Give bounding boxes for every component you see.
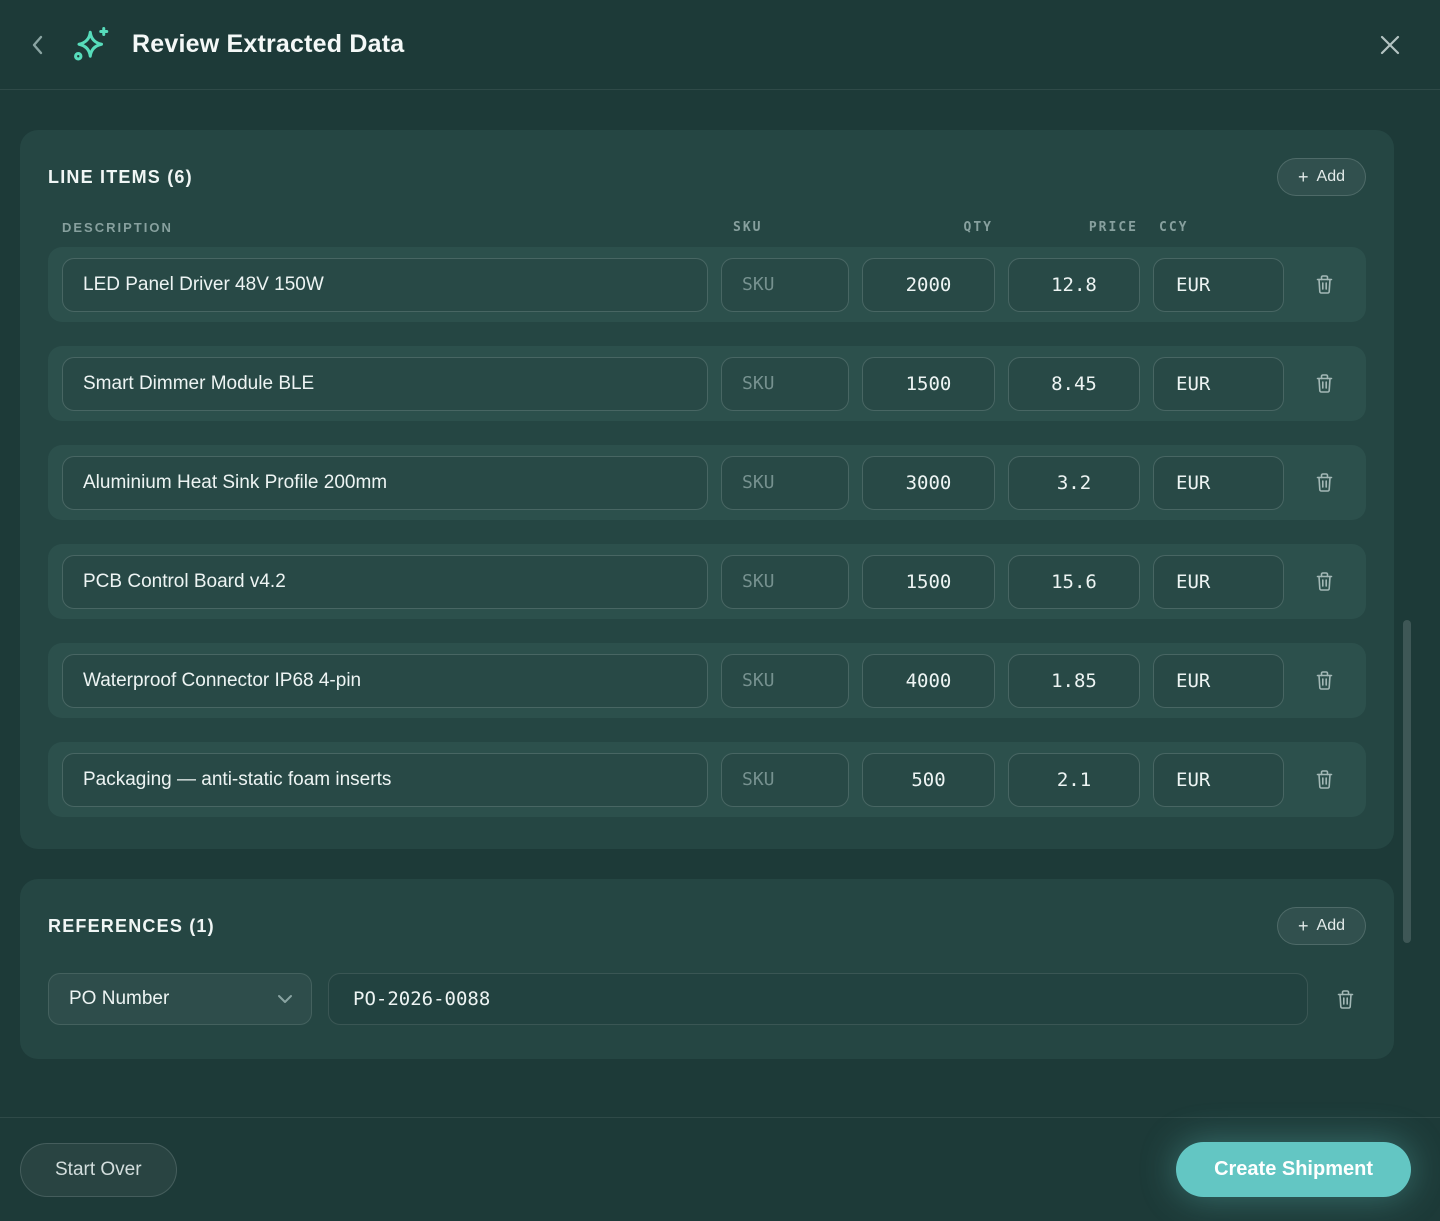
currency-input[interactable] bbox=[1153, 753, 1284, 807]
sku-input[interactable] bbox=[721, 258, 849, 312]
delete-line-item-button[interactable] bbox=[1310, 368, 1339, 399]
delete-line-item-button[interactable] bbox=[1310, 467, 1339, 498]
description-input[interactable] bbox=[62, 258, 708, 312]
description-input[interactable] bbox=[62, 456, 708, 510]
sku-input[interactable] bbox=[721, 654, 849, 708]
sparkle-ai-icon bbox=[70, 24, 112, 66]
reference-type-label: PO Number bbox=[69, 988, 169, 1010]
column-header-ccy: CCY bbox=[1153, 220, 1284, 235]
start-over-button[interactable]: Start Over bbox=[20, 1143, 177, 1197]
plus-icon: + bbox=[1298, 168, 1309, 186]
line-item-row bbox=[48, 742, 1366, 817]
close-icon bbox=[1377, 32, 1403, 58]
column-header-sku: SKU bbox=[721, 220, 849, 235]
qty-input[interactable] bbox=[862, 555, 995, 609]
sku-input[interactable] bbox=[721, 555, 849, 609]
currency-input[interactable] bbox=[1153, 357, 1284, 411]
delete-reference-button[interactable] bbox=[1324, 984, 1366, 1015]
delete-line-item-button[interactable] bbox=[1310, 269, 1339, 300]
trash-icon bbox=[1314, 273, 1335, 296]
qty-input[interactable] bbox=[862, 753, 995, 807]
currency-input[interactable] bbox=[1153, 258, 1284, 312]
trash-icon bbox=[1314, 372, 1335, 395]
modal-footer: Start Over Create Shipment bbox=[0, 1118, 1440, 1221]
sku-input[interactable] bbox=[721, 357, 849, 411]
column-header-qty: QTY bbox=[862, 220, 995, 235]
currency-input[interactable] bbox=[1153, 456, 1284, 510]
price-input[interactable] bbox=[1008, 456, 1140, 510]
trash-icon bbox=[1314, 471, 1335, 494]
reference-value-input[interactable] bbox=[328, 973, 1308, 1025]
sku-input[interactable] bbox=[721, 753, 849, 807]
trash-icon bbox=[1314, 570, 1335, 593]
currency-input[interactable] bbox=[1153, 654, 1284, 708]
reference-type-select[interactable]: PO Number bbox=[48, 973, 312, 1025]
trash-icon bbox=[1314, 669, 1335, 692]
price-input[interactable] bbox=[1008, 753, 1140, 807]
chevron-down-icon bbox=[277, 994, 293, 1004]
description-input[interactable] bbox=[62, 555, 708, 609]
line-items-column-headers: DESCRIPTION SKU QTY PRICE CCY bbox=[48, 220, 1366, 235]
description-input[interactable] bbox=[62, 753, 708, 807]
line-item-row bbox=[48, 643, 1366, 718]
delete-line-item-button[interactable] bbox=[1310, 566, 1339, 597]
line-item-row bbox=[48, 346, 1366, 421]
close-button[interactable] bbox=[1373, 28, 1407, 62]
price-input[interactable] bbox=[1008, 357, 1140, 411]
line-item-row bbox=[48, 445, 1366, 520]
references-title: REFERENCES (1) bbox=[48, 916, 215, 937]
chevron-left-icon bbox=[28, 33, 48, 57]
create-shipment-button[interactable]: Create Shipment bbox=[1176, 1142, 1411, 1197]
reference-row: PO Number bbox=[48, 973, 1366, 1025]
price-input[interactable] bbox=[1008, 555, 1140, 609]
scrollbar-thumb[interactable] bbox=[1403, 620, 1411, 943]
references-card: REFERENCES (1) + Add PO Number bbox=[20, 879, 1394, 1059]
back-button[interactable] bbox=[24, 29, 52, 61]
column-header-price: PRICE bbox=[1008, 220, 1140, 235]
modal-content: LINE ITEMS (6) + Add DESCRIPTION SKU QTY… bbox=[0, 90, 1440, 1117]
trash-icon bbox=[1314, 768, 1335, 791]
line-items-title: LINE ITEMS (6) bbox=[48, 167, 193, 188]
description-input[interactable] bbox=[62, 357, 708, 411]
plus-icon: + bbox=[1298, 917, 1309, 935]
trash-icon bbox=[1335, 988, 1356, 1011]
references-header: REFERENCES (1) + Add bbox=[48, 907, 1366, 945]
line-item-row bbox=[48, 247, 1366, 322]
add-button-label: Add bbox=[1317, 917, 1345, 935]
qty-input[interactable] bbox=[862, 654, 995, 708]
add-reference-button[interactable]: + Add bbox=[1277, 907, 1366, 945]
page-title: Review Extracted Data bbox=[132, 30, 404, 59]
qty-input[interactable] bbox=[862, 357, 995, 411]
sku-input[interactable] bbox=[721, 456, 849, 510]
qty-input[interactable] bbox=[862, 456, 995, 510]
description-input[interactable] bbox=[62, 654, 708, 708]
column-header-actions bbox=[1297, 220, 1352, 235]
qty-input[interactable] bbox=[862, 258, 995, 312]
add-button-label: Add bbox=[1317, 168, 1345, 186]
line-items-header: LINE ITEMS (6) + Add bbox=[48, 158, 1366, 196]
line-item-row bbox=[48, 544, 1366, 619]
column-header-description: DESCRIPTION bbox=[62, 220, 708, 235]
delete-line-item-button[interactable] bbox=[1310, 764, 1339, 795]
price-input[interactable] bbox=[1008, 258, 1140, 312]
line-items-card: LINE ITEMS (6) + Add DESCRIPTION SKU QTY… bbox=[20, 130, 1394, 849]
add-line-item-button[interactable]: + Add bbox=[1277, 158, 1366, 196]
delete-line-item-button[interactable] bbox=[1310, 665, 1339, 696]
price-input[interactable] bbox=[1008, 654, 1140, 708]
modal-header: Review Extracted Data bbox=[0, 0, 1440, 90]
currency-input[interactable] bbox=[1153, 555, 1284, 609]
